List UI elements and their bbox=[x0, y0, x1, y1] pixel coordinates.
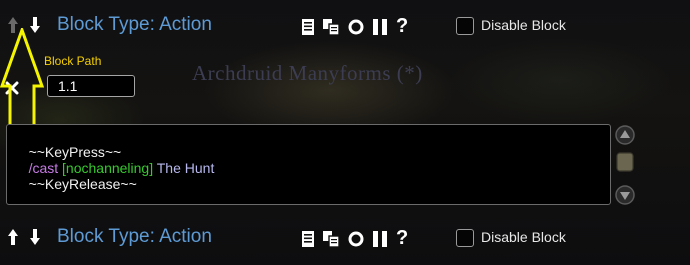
disable-block-label: Disable Block bbox=[481, 17, 566, 33]
pause-icon[interactable] bbox=[371, 18, 389, 36]
scroll-down-icon[interactable] bbox=[615, 185, 635, 205]
annotation-arrow-icon bbox=[0, 28, 45, 136]
document-icon[interactable] bbox=[299, 18, 317, 36]
disable-block-label: Disable Block bbox=[481, 229, 566, 245]
loop-icon[interactable] bbox=[347, 18, 365, 36]
conditional: [nochanneling] bbox=[62, 160, 154, 176]
editor-segment: ~~KeyPress~~ bbox=[28, 144, 122, 160]
editor-line: ~~KeyPress~~ bbox=[13, 128, 610, 160]
slash-command: /cast bbox=[28, 160, 63, 176]
block-path-input[interactable]: 1.1 bbox=[47, 75, 135, 97]
block-header-2: Block Type: Action ? Disable Block bbox=[0, 223, 690, 253]
pause-icon[interactable] bbox=[371, 230, 389, 248]
loop-icon[interactable] bbox=[347, 230, 365, 248]
disable-block-checkbox[interactable] bbox=[456, 229, 474, 247]
macro-editor[interactable]: ~~KeyPress~~ /cast [nochanneling] The Hu… bbox=[6, 124, 611, 205]
scroll-up-icon[interactable] bbox=[615, 125, 635, 145]
help-icon[interactable]: ? bbox=[396, 16, 412, 36]
move-up-arrow-icon[interactable] bbox=[7, 228, 19, 246]
block-type-label[interactable]: Block Type: Action bbox=[57, 14, 212, 36]
editor-segment: ~~KeyRelease~~ bbox=[28, 176, 137, 192]
disable-block-checkbox[interactable] bbox=[456, 17, 474, 35]
block-type-label[interactable]: Block Type: Action bbox=[57, 226, 212, 248]
copy-icon[interactable] bbox=[322, 18, 340, 36]
block-header-1: Block Type: Action ? Disable Block bbox=[0, 11, 690, 41]
document-icon[interactable] bbox=[299, 230, 317, 248]
move-down-arrow-icon[interactable] bbox=[29, 228, 41, 246]
background-macro-name: Archdruid Manyforms (*) bbox=[192, 61, 423, 85]
scroll-thumb[interactable] bbox=[615, 152, 635, 172]
help-icon[interactable]: ? bbox=[396, 228, 412, 248]
copy-icon[interactable] bbox=[322, 230, 340, 248]
spell-name: The Hunt bbox=[153, 160, 215, 176]
